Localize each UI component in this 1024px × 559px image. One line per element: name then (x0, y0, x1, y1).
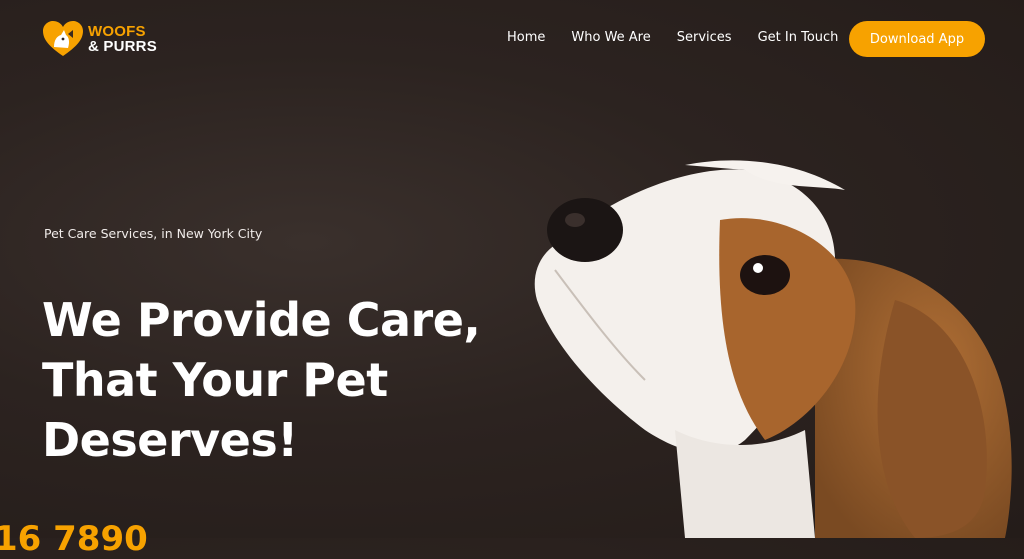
beagle-hero-image (534, 160, 1012, 538)
heart-paw-logo-icon (43, 21, 83, 56)
brand-line-2: & PURRS (88, 38, 157, 55)
nav-get-in-touch[interactable]: Get In Touch (758, 30, 839, 45)
brand-line-1: WOOFS (88, 23, 146, 40)
hero-title-line-1: We Provide Care, (42, 293, 481, 347)
nav-home[interactable]: Home (507, 30, 545, 45)
hero-title-line-3: Deserves! (42, 413, 298, 467)
hero-eyebrow: Pet Care Services, in New York City (44, 226, 263, 241)
download-app-button[interactable]: Download App (849, 21, 985, 57)
phone-number-partial: 16 7890 (0, 519, 148, 559)
site-header: WOOFS & PURRS Home Who We Are Services G… (0, 0, 1024, 78)
main-nav: Home Who We Are Services Get In Touch (507, 30, 864, 45)
nav-services[interactable]: Services (677, 30, 732, 45)
brand-logo[interactable]: WOOFS & PURRS (42, 20, 157, 58)
hero-title-line-2: That Your Pet (42, 353, 388, 407)
brand-wordmark: WOOFS & PURRS (88, 24, 157, 54)
hero-title: We Provide Care, That Your Pet Deserves! (42, 290, 481, 470)
nav-who-we-are[interactable]: Who We Are (571, 30, 650, 45)
